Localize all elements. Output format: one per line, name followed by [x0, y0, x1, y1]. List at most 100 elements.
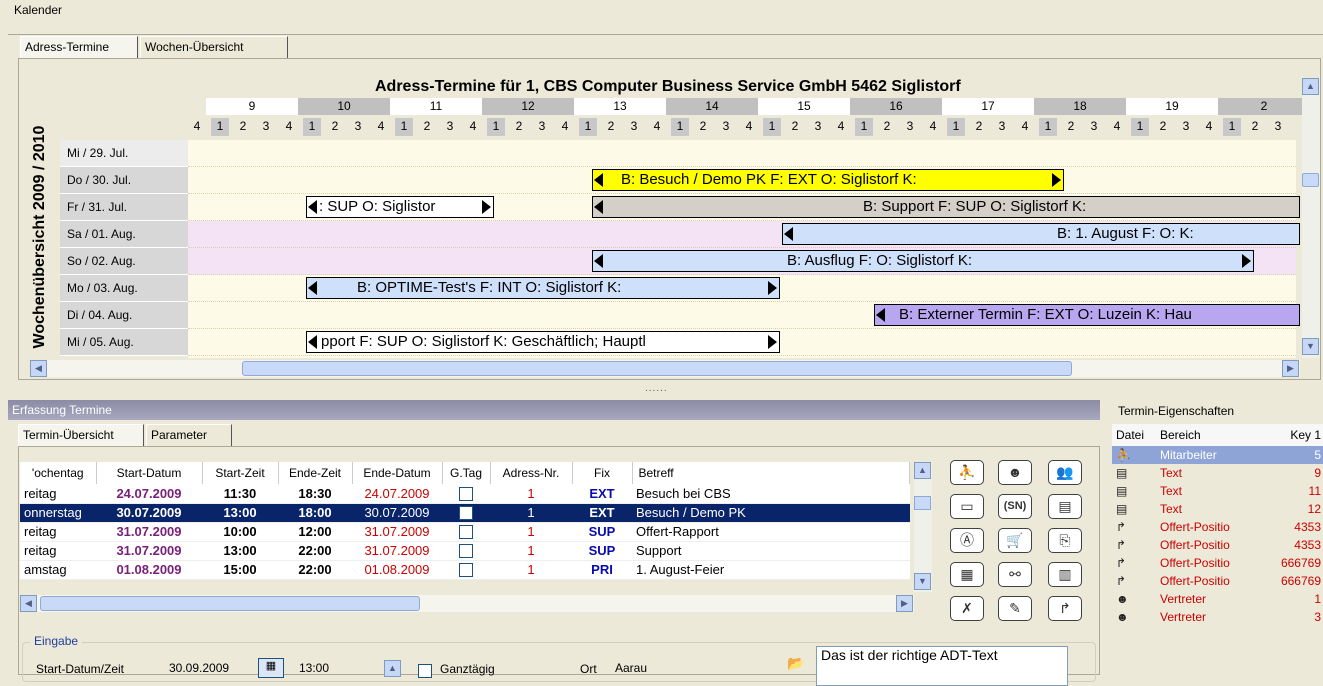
cell-betreff[interactable]: Offert-Rapport: [632, 522, 910, 542]
table-vscroll[interactable]: ▲ ▼: [914, 462, 932, 592]
cell-gtag[interactable]: [442, 503, 490, 523]
mitarbeiter-button[interactable]: ⛹: [950, 460, 984, 485]
table-hscroll[interactable]: ◀ ▶: [20, 595, 914, 612]
cell-st[interactable]: 13:00: [202, 541, 278, 561]
grid-button[interactable]: ▦: [950, 562, 984, 587]
col-adress-nr[interactable]: Adress-Nr.: [490, 462, 573, 484]
calendar-event[interactable]: B: Externer Termin F: EXT O: Luzein K: H…: [874, 304, 1300, 326]
cell-et[interactable]: 18:30: [278, 484, 352, 504]
col-start-datum[interactable]: Start-Datum: [96, 462, 203, 484]
cell-end[interactable]: 24.07.2009: [352, 484, 442, 504]
cell-st[interactable]: 15:00: [202, 560, 278, 580]
cell-et[interactable]: 18:00: [278, 503, 352, 523]
cell-nr[interactable]: 1: [490, 560, 572, 580]
start-date-field[interactable]: 30.09.2009: [164, 658, 254, 678]
edit-button[interactable]: ✎: [998, 596, 1032, 621]
table-scroll-right[interactable]: ▶: [896, 595, 913, 612]
table-row[interactable]: reitag 24.07.2009 11:30 18:30 24.07.2009 1 EXT…: [20, 484, 910, 504]
time-spin-up[interactable]: ▲: [384, 660, 401, 677]
cell-day[interactable]: amstag: [20, 560, 96, 580]
cell-nr[interactable]: 1: [490, 484, 572, 504]
cell-nr[interactable]: 1: [490, 522, 572, 542]
cell-start[interactable]: 24.07.2009: [96, 484, 202, 504]
scroll-down-button[interactable]: ▼: [1302, 338, 1319, 355]
cell-start[interactable]: 30.07.2009: [96, 503, 202, 523]
table-scroll-left[interactable]: ◀: [20, 595, 37, 612]
cell-betreff[interactable]: 1. August-Feier: [632, 560, 910, 580]
col-betreff[interactable]: Betreff: [632, 462, 910, 484]
cell-fix[interactable]: SUP: [572, 541, 632, 561]
props-row[interactable]: ☻ Vertreter 1: [1112, 590, 1323, 608]
tab-parameter[interactable]: Parameter: [146, 424, 232, 446]
scroll-left-button[interactable]: ◀: [30, 360, 47, 377]
folder-button[interactable]: ▭: [950, 494, 984, 519]
ort-field[interactable]: Aarau: [610, 658, 770, 678]
props-row[interactable]: ▤ Text 9: [1112, 464, 1323, 482]
col-wochentag[interactable]: 'ochentag: [20, 462, 97, 484]
table-scroll-down[interactable]: ▼: [914, 573, 931, 590]
props-row[interactable]: ☻ Vertreter 3: [1112, 608, 1323, 626]
cell-fix[interactable]: PRI: [572, 560, 632, 580]
table-row[interactable]: reitag 31.07.2009 13:00 22:00 31.07.2009 1 SUP…: [20, 541, 910, 561]
cell-nr[interactable]: 1: [490, 503, 572, 523]
cell-fix[interactable]: EXT: [572, 503, 632, 523]
props-row[interactable]: ▤ Text 11: [1112, 482, 1323, 500]
gtag-checkbox[interactable]: [459, 525, 473, 540]
gtag-checkbox[interactable]: [459, 563, 473, 578]
calendar-event[interactable]: : SUP O: Siglistor: [306, 196, 494, 218]
calendar-event[interactable]: B: 1. August F: O: K:: [782, 223, 1300, 245]
start-time-field[interactable]: 13:00: [294, 658, 374, 678]
props-row[interactable]: ↱ Offert-Positio 4353: [1112, 536, 1323, 554]
ort-lookup-icon[interactable]: 📂: [784, 655, 808, 677]
props-row[interactable]: ↱ Offert-Positio 4353: [1112, 518, 1323, 536]
attach-button[interactable]: ⎘: [1048, 528, 1082, 553]
cell-end[interactable]: 31.07.2009: [352, 541, 442, 561]
col-ende-zeit[interactable]: Ende-Zeit: [278, 462, 353, 484]
col-bereich[interactable]: Bereich: [1156, 424, 1256, 446]
cell-nr[interactable]: 1: [490, 541, 572, 561]
document-button[interactable]: ▤: [1048, 494, 1082, 519]
table-hscroll-thumb[interactable]: [40, 596, 420, 611]
cell-betreff[interactable]: Besuch bei CBS: [632, 484, 910, 504]
table-row[interactable]: amstag 01.08.2009 15:00 22:00 01.08.2009 1 PRI…: [20, 560, 910, 580]
tab-adress-termine[interactable]: Adress-Termine: [20, 36, 138, 58]
cell-st[interactable]: 10:00: [202, 522, 278, 542]
tab-wochen-uebersicht[interactable]: Wochen-Übersicht: [140, 36, 288, 58]
calendar-event[interactable]: pport F: SUP O: Siglistorf K: Geschäftli…: [306, 331, 780, 353]
splitter-handle[interactable]: ......: [645, 383, 668, 394]
cell-day[interactable]: reitag: [20, 484, 96, 504]
cell-gtag[interactable]: [442, 541, 490, 561]
cell-gtag[interactable]: [442, 484, 490, 504]
cart-button[interactable]: 🛒: [998, 528, 1032, 553]
calendar-event[interactable]: B: OPTIME-Test's F: INT O: Siglistorf K:: [306, 277, 780, 299]
list-button[interactable]: ▥: [1048, 562, 1082, 587]
cell-day[interactable]: reitag: [20, 522, 96, 542]
table-vscroll-thumb[interactable]: [914, 496, 931, 510]
cell-start[interactable]: 31.07.2009: [96, 522, 202, 542]
calendar-event[interactable]: B: Ausflug F: O: Siglistorf K:: [592, 250, 1254, 272]
hierarchy-button[interactable]: ⚯: [998, 562, 1032, 587]
cell-fix[interactable]: EXT: [572, 484, 632, 504]
vscroll-thumb[interactable]: [1302, 173, 1319, 187]
gtag-checkbox[interactable]: [459, 506, 473, 521]
cell-end[interactable]: 01.08.2009: [352, 560, 442, 580]
cell-et[interactable]: 22:00: [278, 560, 352, 580]
note-textarea[interactable]: Das ist der richtige ADT-Text: [816, 646, 1068, 686]
sn-button[interactable]: (SN): [998, 494, 1032, 519]
props-row[interactable]: ▤ Text 12: [1112, 500, 1323, 518]
calendar-vscroll[interactable]: ▲ ▼: [1302, 78, 1320, 358]
cell-et[interactable]: 12:00: [278, 522, 352, 542]
gtag-checkbox[interactable]: [459, 544, 473, 559]
position-button[interactable]: ↱: [1048, 596, 1082, 621]
hscroll-thumb[interactable]: [242, 361, 1072, 376]
props-row[interactable]: ↱ Offert-Positio 666769: [1112, 572, 1323, 590]
cell-day[interactable]: onnerstag: [20, 503, 96, 523]
cell-end[interactable]: 31.07.2009: [352, 522, 442, 542]
props-row[interactable]: ⛹ Mitarbeiter 5: [1112, 446, 1323, 464]
tab-termin-uebersicht[interactable]: Termin-Übersicht: [18, 424, 144, 446]
col-start-zeit[interactable]: Start-Zeit: [202, 462, 279, 484]
scroll-right-button[interactable]: ▶: [1282, 360, 1299, 377]
table-row[interactable]: onnerstag 30.07.2009 13:00 18:00 30.07.2009 1…: [20, 503, 910, 523]
col-gtag[interactable]: G.Tag: [442, 462, 491, 484]
ganztaegig-checkbox[interactable]: [418, 663, 432, 678]
